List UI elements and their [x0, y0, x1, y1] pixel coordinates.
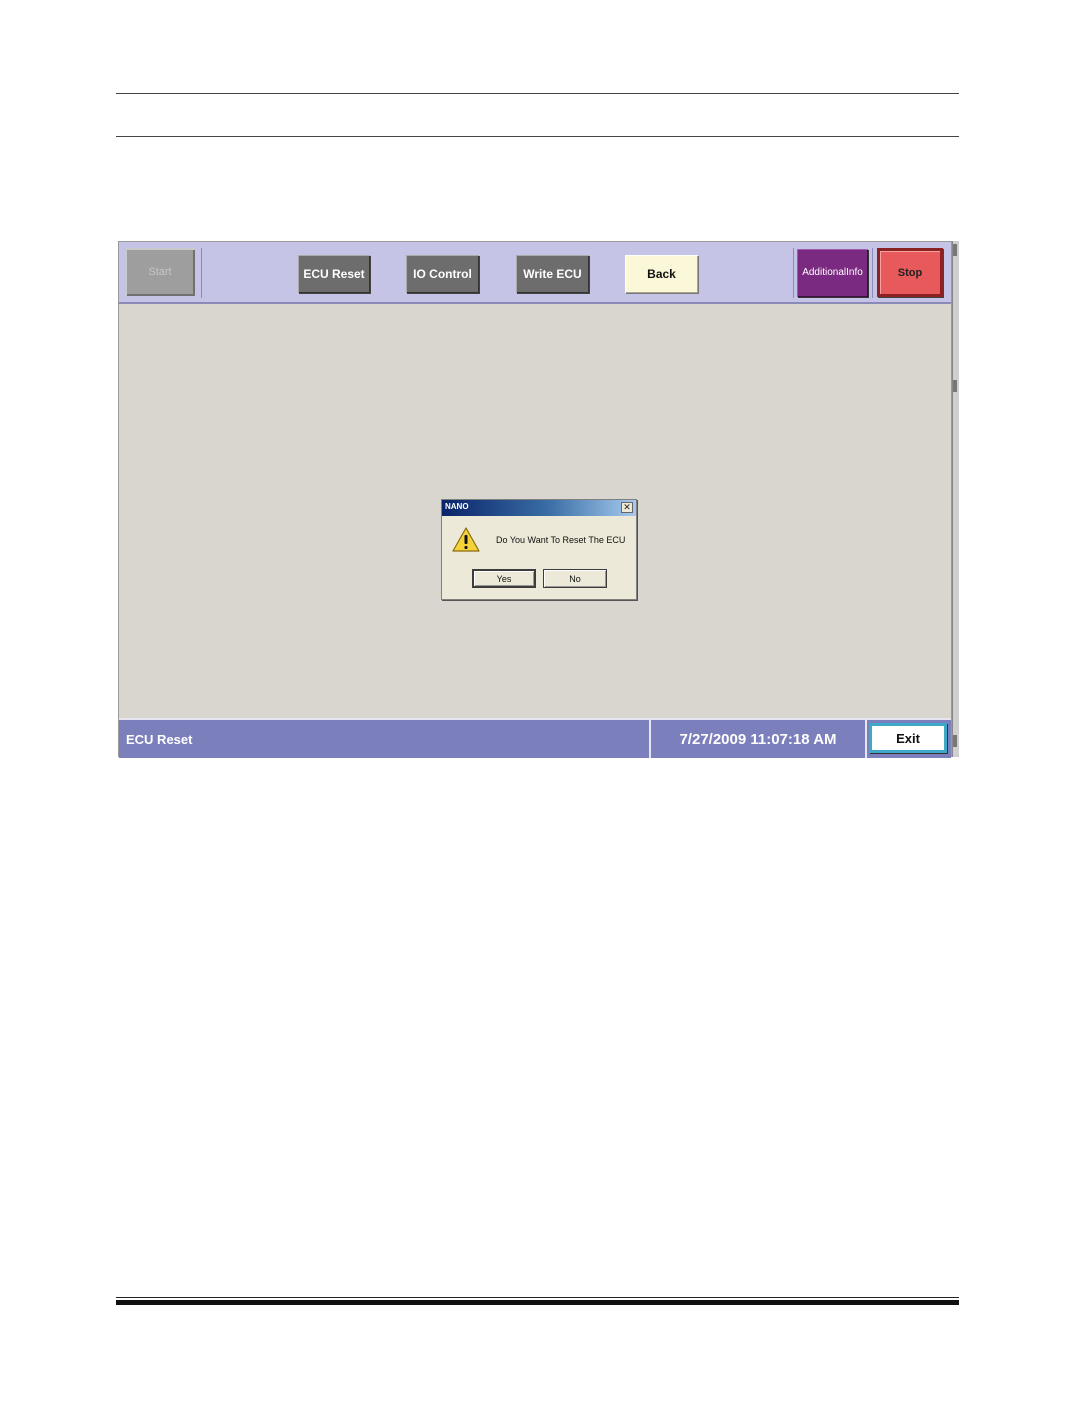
footer-rule-thin — [116, 1297, 959, 1298]
close-icon[interactable]: ✕ — [621, 502, 633, 513]
edge-marker — [953, 244, 957, 256]
edge-marker — [953, 380, 957, 392]
ecu-reset-button[interactable]: ECU Reset — [298, 255, 370, 293]
back-button[interactable]: Back — [625, 255, 698, 293]
stop-button[interactable]: Stop — [877, 248, 943, 297]
footer-rule-thick — [116, 1300, 959, 1305]
toolbar-separator — [872, 248, 873, 298]
datetime-display: 7/27/2009 11:07:18 AM — [679, 730, 837, 748]
edge-marker — [953, 735, 957, 747]
toolbar-separator — [793, 248, 794, 298]
no-button[interactable]: No — [543, 569, 607, 588]
dialog-message: Do You Want To Reset The ECU — [496, 535, 626, 545]
additional-info-label-line2: Info — [846, 267, 863, 278]
start-button[interactable]: Start — [125, 248, 195, 296]
dialog-title: NANO — [445, 502, 469, 511]
io-control-button[interactable]: IO Control — [406, 255, 479, 293]
warning-icon — [452, 527, 480, 552]
toolbar-separator — [201, 248, 202, 298]
toolbar: Start ECU Reset IO Control Write ECU Bac… — [119, 242, 951, 304]
confirm-dialog: NANO ✕ Do You Want To Reset The ECU Yes … — [441, 499, 637, 600]
additional-info-label-line1: Additional — [802, 267, 847, 278]
header-rule-bottom — [116, 136, 959, 137]
window-right-edge — [952, 241, 959, 757]
main-content: NANO ✕ Do You Want To Reset The ECU Yes … — [119, 304, 951, 718]
dialog-titlebar[interactable]: NANO ✕ — [442, 500, 636, 516]
screen-name-label: ECU Reset — [126, 732, 193, 747]
app-window: Start ECU Reset IO Control Write ECU Bac… — [118, 241, 952, 758]
write-ecu-button[interactable]: Write ECU — [516, 255, 589, 293]
yes-button[interactable]: Yes — [472, 569, 536, 588]
exit-button[interactable]: Exit — [869, 723, 947, 753]
additional-info-button[interactable]: Additional Info — [797, 249, 868, 297]
header-rule-top — [116, 93, 959, 94]
status-bar: ECU Reset 7/27/2009 11:07:18 AM Exit — [119, 718, 951, 758]
status-separator — [865, 720, 867, 758]
